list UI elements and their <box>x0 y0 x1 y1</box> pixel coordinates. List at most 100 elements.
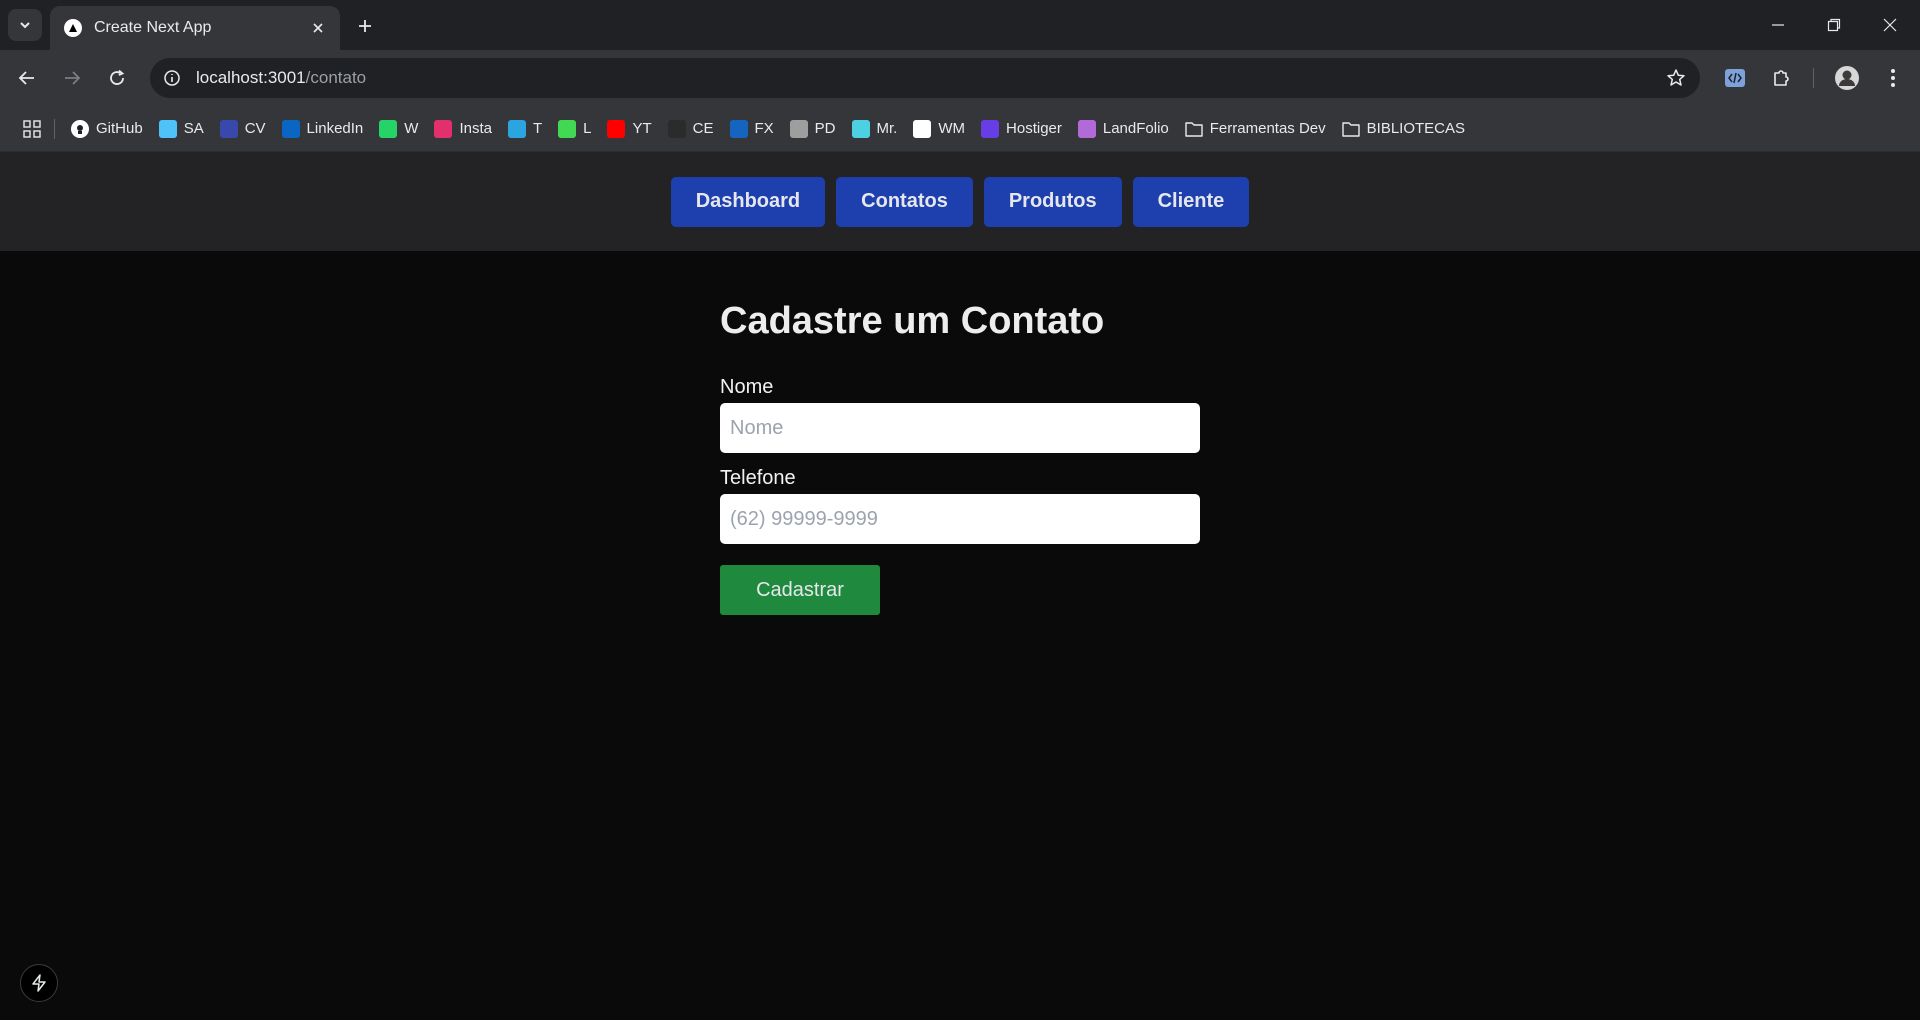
bookmark-label: LandFolio <box>1102 120 1169 137</box>
profile-avatar[interactable] <box>1832 63 1862 93</box>
restore-button[interactable] <box>1806 0 1862 50</box>
bookmark-item[interactable]: LinkedIn <box>274 114 372 144</box>
bookmark-label: Mr. <box>876 120 898 137</box>
next-dev-indicator-button[interactable] <box>20 964 58 1002</box>
tab-close-icon[interactable] <box>308 18 328 38</box>
bookmark-label: SA <box>183 120 204 137</box>
name-label: Nome <box>720 376 774 398</box>
bookmark-star-icon[interactable] <box>1664 66 1688 90</box>
nav-cliente-button[interactable]: Cliente <box>1132 176 1250 227</box>
close-window-button[interactable] <box>1862 0 1918 50</box>
back-button[interactable] <box>10 61 44 95</box>
paypal-icon <box>729 119 748 138</box>
bookmark-label: Insta <box>459 120 492 137</box>
extensions-puzzle-icon[interactable] <box>1766 63 1796 93</box>
bookmark-item[interactable]: L <box>550 114 599 144</box>
bookmark-label: T <box>532 120 543 137</box>
tab-title: Create Next App <box>94 19 212 36</box>
bookmarks-separator <box>54 118 55 139</box>
browser-menu-icon[interactable] <box>1878 63 1908 93</box>
bookmark-label: BIBLIOTECAS <box>1366 120 1466 137</box>
bookmark-item[interactable]: PD <box>782 114 844 144</box>
telegram-icon <box>507 119 526 138</box>
site-info-icon[interactable] <box>152 58 192 98</box>
inv-icon <box>667 119 686 138</box>
cv-icon <box>219 119 238 138</box>
bookmark-item[interactable]: Insta <box>426 114 500 144</box>
bookmark-item[interactable]: SA <box>151 114 212 144</box>
bookmark-label: YT <box>632 120 652 137</box>
url-text: localhost:3001/contato <box>196 68 366 88</box>
diamond-icon <box>158 119 177 138</box>
apps-grid-icon[interactable] <box>18 115 46 143</box>
bookmark-item[interactable]: BIBLIOTECAS <box>1334 114 1473 144</box>
youtube-icon <box>607 119 626 138</box>
browser-tab[interactable]: Create Next App <box>50 6 340 50</box>
forward-button[interactable] <box>55 61 89 95</box>
chevron-down-icon <box>20 22 30 29</box>
github-icon <box>71 119 89 138</box>
folder-icon <box>1341 120 1360 138</box>
bookmark-item[interactable]: GitHub <box>63 114 151 144</box>
bookmark-item[interactable]: CE <box>660 114 722 144</box>
bookmark-label: FX <box>754 120 774 137</box>
bookmark-label: L <box>583 120 592 137</box>
address-bar[interactable]: localhost:3001/contato <box>150 58 1700 98</box>
bookmark-label: PD <box>814 120 836 137</box>
asterisk-icon <box>558 119 577 138</box>
url-host: localhost:3001 <box>196 68 306 87</box>
bookmark-label: W <box>404 120 419 137</box>
nav-dashboard-button[interactable]: Dashboard <box>670 176 826 227</box>
bookmark-item[interactable]: Hostiger <box>973 114 1070 144</box>
nav-produtos-button[interactable]: Produtos <box>983 176 1122 227</box>
lightning-icon <box>32 974 46 992</box>
reload-button[interactable] <box>100 61 134 95</box>
submit-button[interactable]: Cadastrar <box>720 565 880 615</box>
bookmark-label: GitHub <box>96 120 143 137</box>
instagram-icon <box>434 119 453 138</box>
arrow-right-icon <box>65 71 81 85</box>
page-content: Dashboard Contatos Produtos Cliente Cada… <box>0 152 1920 1020</box>
bookmark-item[interactable]: WM <box>905 114 973 144</box>
new-tab-button[interactable] <box>352 13 378 39</box>
bookmark-item[interactable]: YT <box>599 114 659 144</box>
app-navbar: Dashboard Contatos Produtos Cliente <box>0 152 1920 251</box>
bookmark-label: LinkedIn <box>306 120 364 137</box>
minimize-icon <box>1772 24 1784 26</box>
name-input[interactable] <box>720 403 1200 453</box>
hostinger-icon <box>981 119 1000 138</box>
toolbar-separator <box>1813 68 1814 88</box>
contact-form: Cadastre um Contato Nome Telefone Cadast… <box>720 300 1200 615</box>
bookmark-item[interactable]: CV <box>212 114 274 144</box>
bookmark-item[interactable]: W <box>371 114 426 144</box>
document-icon <box>789 119 808 138</box>
devtools-extension-icon[interactable] <box>1720 63 1750 93</box>
nextjs-favicon-icon <box>64 19 82 37</box>
bookmark-item[interactable]: LandFolio <box>1070 114 1177 144</box>
bookmark-label: Hostiger <box>1006 120 1062 137</box>
bookmark-item[interactable]: Ferramentas Dev <box>1177 114 1334 144</box>
bookmark-item[interactable]: Mr. <box>844 114 906 144</box>
reload-icon <box>110 69 125 85</box>
nav-contatos-button[interactable]: Contatos <box>836 176 973 227</box>
bookmark-label: Ferramentas Dev <box>1209 120 1326 137</box>
linkedin-icon <box>281 119 300 138</box>
plus-icon <box>359 20 371 32</box>
bookmark-item[interactable]: FX <box>722 114 782 144</box>
phone-input[interactable] <box>720 494 1200 544</box>
bookmarks-bar: GitHub SA CV LinkedIn W Insta T L YT CE FX PD Mr. WM H… <box>0 106 1920 152</box>
tab-search-button[interactable] <box>8 9 42 41</box>
arrow-left-icon <box>18 71 34 85</box>
bookmark-label: CV <box>244 120 266 137</box>
bookmark-label: WM <box>938 120 966 137</box>
folder-icon <box>1185 120 1203 138</box>
restore-icon <box>1827 18 1841 32</box>
w-logo-icon <box>913 119 932 138</box>
bookmark-label: CE <box>692 120 714 137</box>
minimize-button[interactable] <box>1750 0 1806 50</box>
gear-flower-icon <box>851 119 870 138</box>
browser-toolbar: localhost:3001/contato <box>0 50 1920 106</box>
browser-tabstrip: Create Next App <box>0 0 1920 50</box>
close-icon <box>1883 18 1897 32</box>
bookmark-item[interactable]: T <box>500 114 550 144</box>
